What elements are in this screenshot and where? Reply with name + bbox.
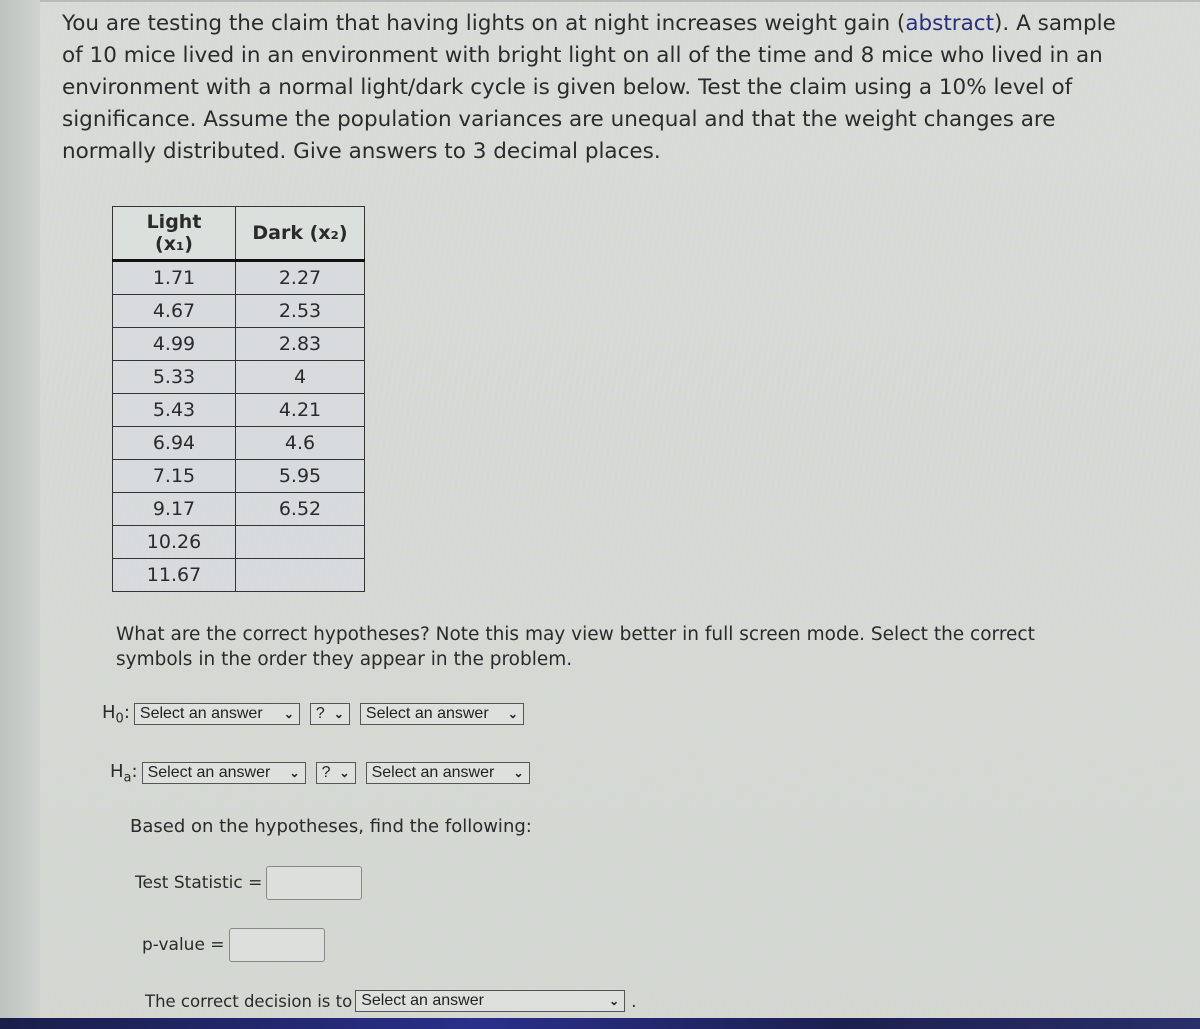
table-row: 10.26	[112, 525, 365, 559]
ha-value-select[interactable]: Select an answer ⌄	[365, 762, 530, 785]
intro-text-1: You are testing the claim that having li…	[62, 11, 906, 36]
dark-value-cell	[235, 525, 365, 559]
table-row: 4.67 2.53	[112, 294, 365, 328]
p-value-row: p-value =	[142, 928, 325, 962]
table-row: 7.15 5.95	[112, 459, 365, 493]
instructions-text: Based on the hypotheses, find the follow…	[130, 816, 532, 837]
light-value-cell: 4.67	[112, 294, 236, 328]
dark-value-cell	[235, 558, 365, 592]
light-value-cell: 4.99	[112, 327, 236, 361]
header-dark: Dark (x₂)	[235, 206, 365, 262]
table-row: 4.99 2.83	[112, 327, 365, 361]
light-value-cell: 10.26	[112, 525, 236, 559]
chevron-down-icon: ⌄	[513, 766, 524, 781]
test-statistic-input[interactable]	[266, 866, 363, 900]
h0-row: H0: Select an answer ⌄ ? ⌄ Select an answe…	[102, 702, 524, 727]
light-value-cell: 11.67	[112, 558, 236, 592]
data-table: Light (x₁) Dark (x₂) 1.71 2.27 4.67 2.53 4.9…	[112, 206, 365, 592]
dark-value-cell: 6.52	[235, 492, 365, 526]
chevron-down-icon: ⌄	[507, 707, 518, 722]
test-statistic-label: Test Statistic =	[135, 873, 263, 893]
chevron-down-icon: ⌄	[333, 707, 344, 722]
light-value-cell: 1.71	[112, 260, 236, 295]
decision-period: .	[631, 991, 637, 1011]
decision-row: The correct decision is to Select an ans…	[145, 990, 636, 1012]
light-value-cell: 6.94	[112, 426, 236, 460]
ha-parameter-select[interactable]: Select an answer ⌄	[141, 762, 306, 785]
light-value-cell: 9.17	[112, 492, 236, 526]
h0-parameter-select[interactable]: Select an answer ⌄	[133, 703, 300, 726]
problem-statement: You are testing the claim that having li…	[62, 8, 1122, 168]
dark-value-cell: 2.27	[235, 260, 365, 295]
table-row: 6.94 4.6	[112, 426, 365, 460]
decision-label: The correct decision is to	[145, 991, 353, 1011]
test-statistic-row: Test Statistic =	[135, 866, 363, 900]
h0-value-select[interactable]: Select an answer ⌄	[359, 703, 524, 726]
light-value-cell: 5.33	[112, 360, 236, 394]
p-value-label: p-value =	[142, 935, 225, 955]
decision-select[interactable]: Select an answer ⌄	[355, 990, 626, 1012]
table-row: 5.43 4.21	[112, 393, 365, 427]
chevron-down-icon: ⌄	[283, 707, 294, 722]
p-value-input[interactable]	[228, 928, 325, 962]
dark-value-cell: 4.6	[235, 426, 365, 460]
dark-value-cell: 5.95	[235, 459, 365, 493]
table-row: 5.33 4	[112, 360, 365, 394]
light-value-cell: 7.15	[112, 459, 236, 493]
dark-value-cell: 4	[235, 360, 365, 394]
table-row: 1.71 2.27	[112, 260, 365, 295]
ha-operator-select[interactable]: ? ⌄	[315, 762, 356, 785]
left-edge	[0, 0, 40, 1029]
h0-operator-select[interactable]: ? ⌄	[309, 703, 350, 726]
chevron-down-icon: ⌄	[289, 766, 300, 781]
ha-row: Ha: Select an answer ⌄ ? ⌄ Select an answe…	[110, 761, 530, 786]
table-header-row: Light (x₁) Dark (x₂)	[112, 206, 365, 262]
chevron-down-icon: ⌄	[609, 994, 620, 1008]
h0-label: H0:	[102, 702, 130, 727]
ha-label: Ha:	[110, 761, 138, 786]
taskbar	[0, 1018, 1200, 1029]
chevron-down-icon: ⌄	[339, 766, 350, 781]
hypotheses-question: What are the correct hypotheses? Note th…	[116, 624, 1035, 670]
light-value-cell: 5.43	[112, 393, 236, 427]
table-row: 9.17 6.52	[112, 492, 365, 526]
dark-value-cell: 4.21	[235, 393, 365, 427]
dark-value-cell: 2.83	[235, 327, 365, 361]
dark-value-cell: 2.53	[235, 294, 365, 328]
table-row: 11.67	[112, 558, 365, 592]
abstract-link[interactable]: abstract	[905, 11, 994, 36]
question-page: You are testing the claim that having li…	[40, 0, 1200, 1020]
header-light: Light (x₁)	[112, 206, 236, 262]
